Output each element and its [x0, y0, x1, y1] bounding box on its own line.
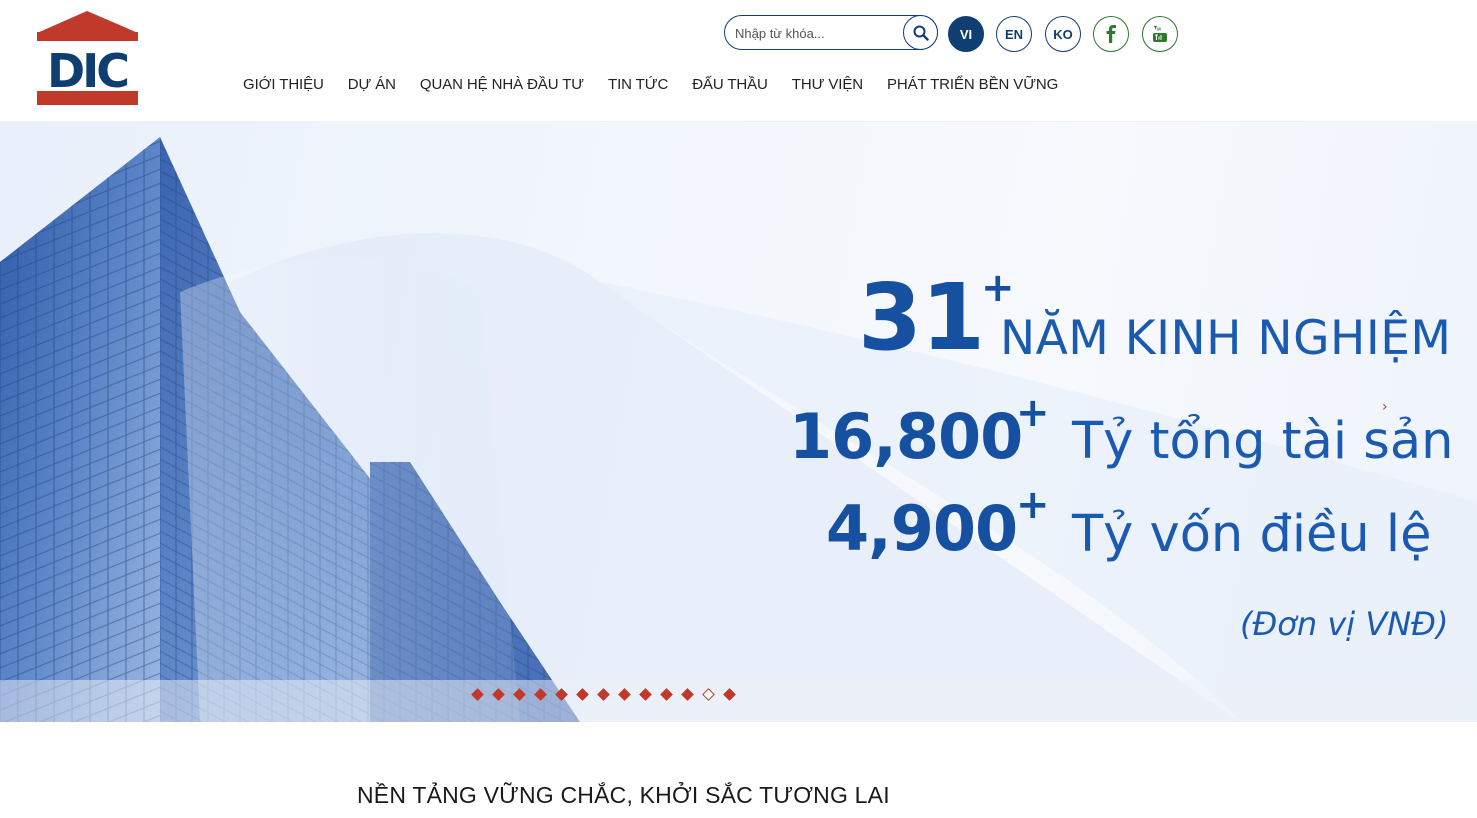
slider-dot[interactable] — [513, 688, 526, 701]
slider-dot[interactable] — [639, 688, 652, 701]
logo-text: DIC — [47, 44, 127, 98]
stat-assets-plus: + — [1016, 390, 1050, 436]
slider-pagination — [471, 688, 746, 701]
stat-years-label: NĂM KINH NGHIỆM — [1000, 311, 1452, 366]
slider-dot[interactable] — [660, 688, 673, 701]
slider-dot[interactable] — [702, 688, 715, 701]
slider-dot[interactable] — [597, 688, 610, 701]
main-nav: GIỚI THIỆU DỰ ÁN QUAN HỆ NHÀ ĐẦU TƯ TIN … — [243, 76, 1082, 93]
search-input[interactable] — [735, 22, 900, 44]
stat-assets-value: 16,800 — [789, 400, 1023, 473]
nav-gioi-thieu[interactable]: GIỚI THIỆU — [243, 76, 324, 93]
unit-note: (Đơn vị VNĐ) — [1240, 605, 1449, 643]
facebook-button[interactable] — [1093, 16, 1129, 52]
stat-capital-value: 4,900 — [826, 492, 1018, 565]
slider-dot[interactable] — [555, 688, 568, 701]
slider-dot[interactable] — [534, 688, 547, 701]
youtube-icon — [1153, 25, 1167, 42]
lang-vi-label: VI — [959, 26, 973, 42]
nav-phat-trien-ben-vung[interactable]: PHÁT TRIỂN BỀN VỮNG — [887, 76, 1058, 93]
slider-next-arrow[interactable]: › — [1382, 399, 1388, 415]
nav-dau-thau[interactable]: ĐẤU THẦU — [692, 76, 768, 93]
slider-dot[interactable] — [471, 688, 484, 701]
stat-years-value: 31 — [858, 264, 985, 371]
slider-dot[interactable] — [723, 688, 736, 701]
nav-thu-vien[interactable]: THƯ VIỆN — [792, 76, 863, 93]
dic-logo[interactable]: DIC — [37, 11, 138, 105]
lang-ko-label: KO — [1053, 26, 1073, 42]
section-slogan: NỀN TẢNG VỮNG CHẮC, KHỞI SẮC TƯƠNG LAI — [357, 782, 890, 808]
slider-dot[interactable] — [492, 688, 505, 701]
search-icon — [913, 25, 929, 41]
slider-dot[interactable] — [681, 688, 694, 701]
slider-dot[interactable] — [618, 688, 631, 701]
nav-tin-tuc[interactable]: TIN TỨC — [608, 76, 668, 93]
search-box — [724, 15, 938, 50]
lang-en-label: EN — [1004, 26, 1024, 42]
stat-years-plus: + — [981, 265, 1015, 311]
logo-graphic: DIC — [37, 11, 138, 105]
nav-quan-he-nha-dau-tu[interactable]: QUAN HỆ NHÀ ĐẦU TƯ — [420, 76, 584, 93]
site-header: DIC VI EN KO GIỚI THIỆU DỰ ÁN QUAN HỆ NH… — [0, 0, 1477, 122]
lang-en-button[interactable]: EN — [996, 16, 1032, 52]
youtube-button[interactable] — [1142, 16, 1178, 52]
lang-vi-button[interactable]: VI — [948, 16, 984, 52]
stat-capital-plus: + — [1016, 482, 1050, 528]
facebook-icon — [1106, 25, 1116, 43]
stat-capital-label: Tỷ vốn điều lệ — [1072, 505, 1432, 564]
lang-ko-button[interactable]: KO — [1045, 16, 1081, 52]
nav-du-an[interactable]: DỰ ÁN — [348, 76, 396, 93]
slider-dot[interactable] — [576, 688, 589, 701]
stat-assets-label: Tỷ tổng tài sản — [1072, 412, 1454, 471]
hero-slider: 31 + NĂM KINH NGHIỆM 16,800 + Tỷ tổng tà… — [0, 122, 1477, 722]
search-button[interactable] — [903, 15, 938, 50]
